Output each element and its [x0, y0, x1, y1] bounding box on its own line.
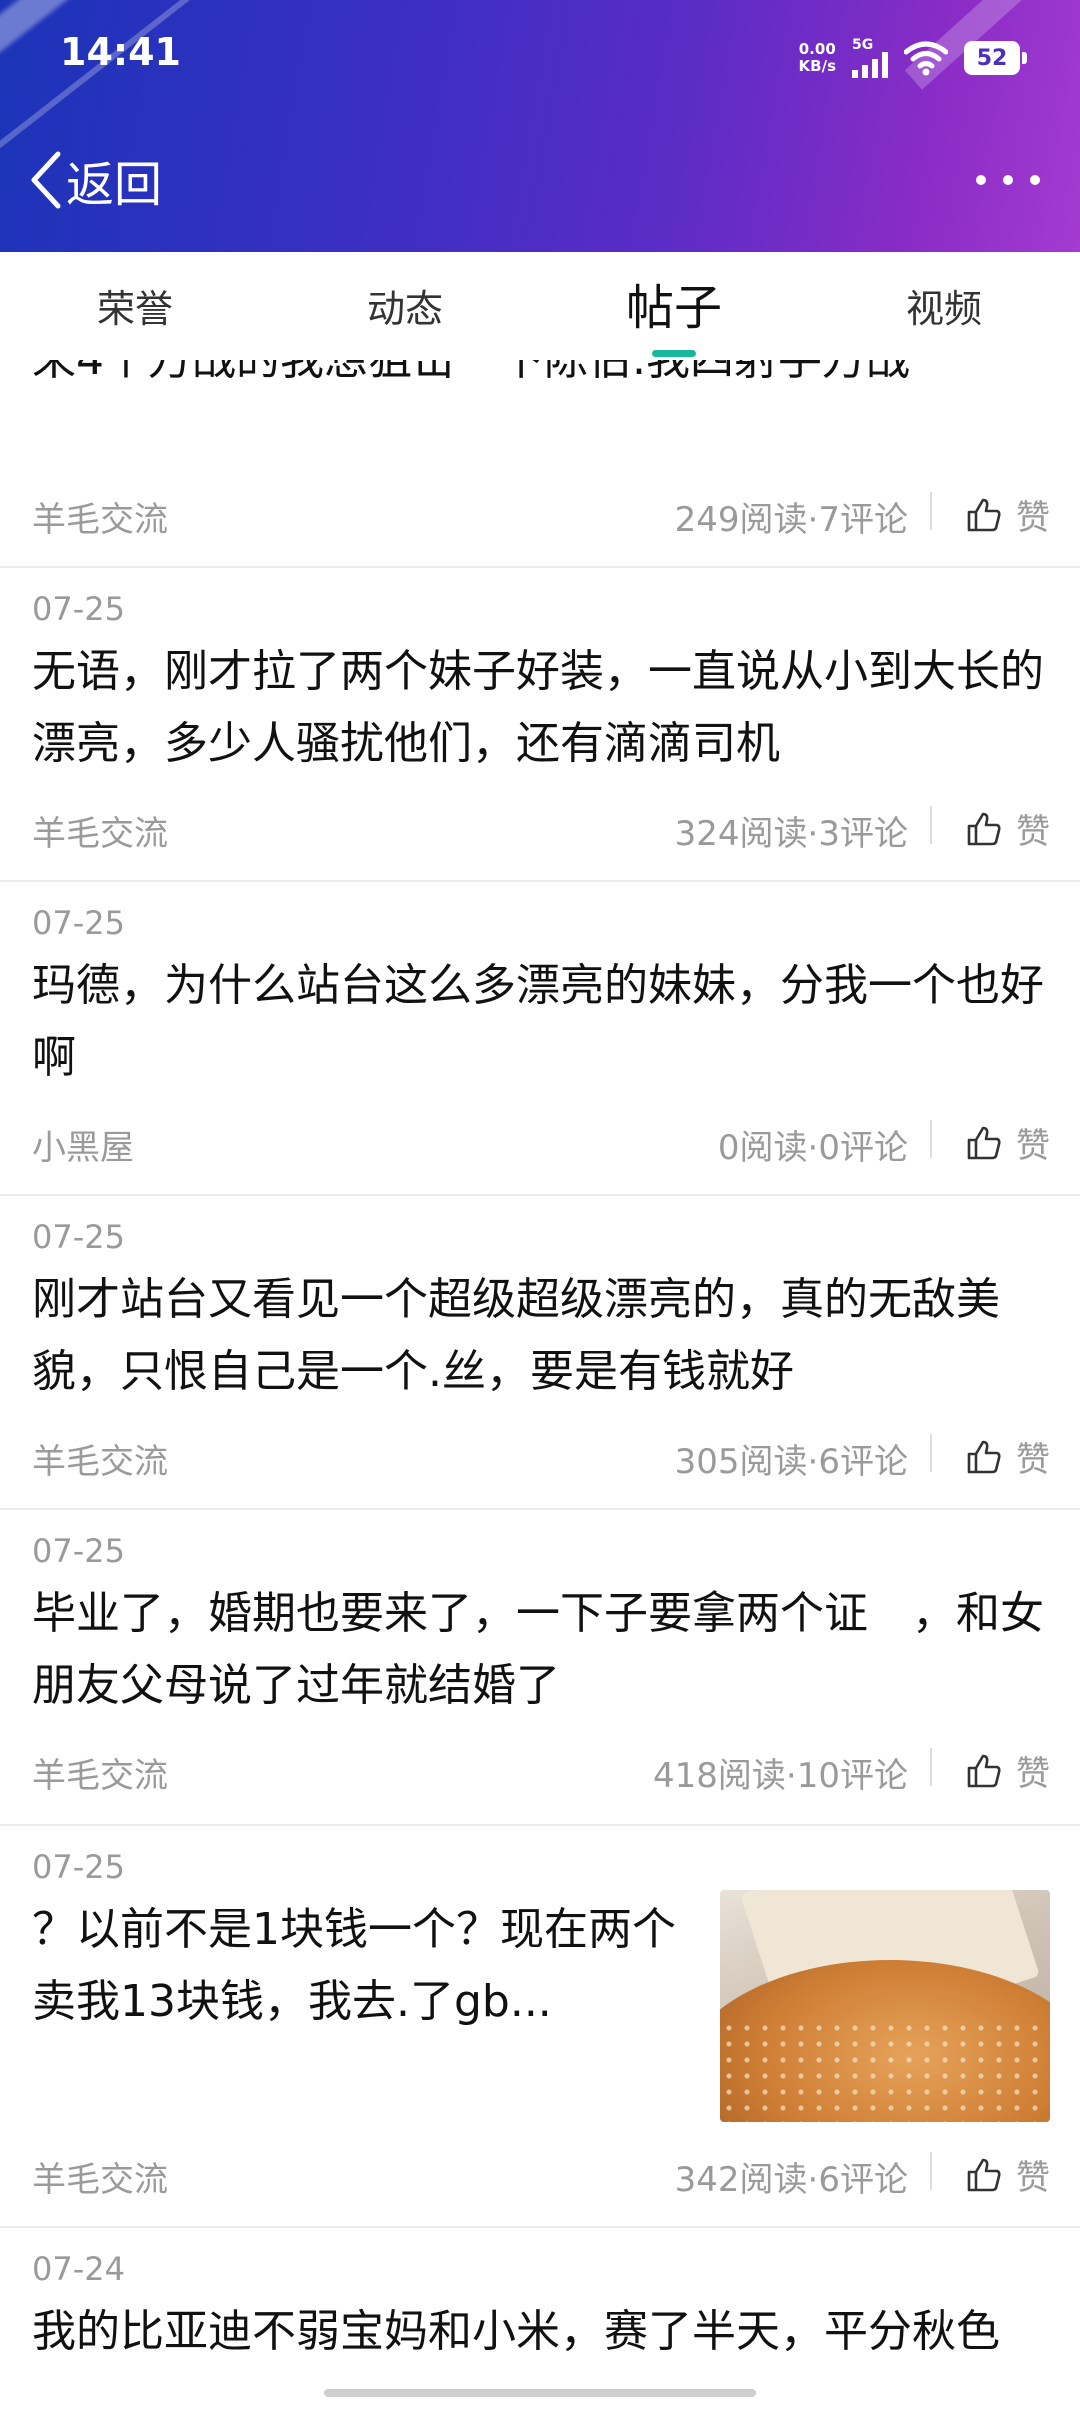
post-title: 刚才站台又看见一个超级超级漂亮的，真的无敌美貌，只恨自己是一个.丝，要是有钱就好 — [32, 1274, 1000, 1397]
post-title: 无语，刚才拉了两个妹子好装，一直说从小到大长的漂亮，多少人骚扰他们，还有滴滴司机 — [32, 646, 1044, 769]
like-button[interactable]: 赞 — [966, 804, 1050, 853]
tab-posts[interactable]: 帖子 — [626, 268, 722, 338]
divider — [930, 1434, 932, 1472]
post-title: 玛德，为什么站台这么多漂亮的妹妹，分我一个也好啊 — [32, 960, 1044, 1083]
home-indicator[interactable] — [324, 2389, 756, 2397]
post-thumbnail[interactable] — [720, 1890, 1050, 2122]
divider — [930, 806, 932, 844]
active-tab-indicator — [652, 350, 696, 357]
post-item[interactable]: 07-25 ？以前不是1块钱一个？现在两个卖我13块钱，我去.了gb... 羊毛… — [0, 1826, 1080, 2228]
image-detail — [720, 2020, 1050, 2122]
post-title: 毕业了，婚期也要来了，一下子要拿两个证 ，和女朋友父母说了过年就结婚了 — [32, 1588, 1044, 1711]
like-label: 赞 — [1016, 1440, 1050, 1480]
thumbs-up-icon — [967, 812, 1001, 845]
post-source[interactable]: 羊毛交流 — [32, 1748, 168, 1797]
status-icons: 0.00 KB/s 5G 52 — [799, 34, 1027, 82]
post-title: 我的比亚迪不弱宝妈和小米，赛了半天，平分秋色 — [32, 2306, 1000, 2357]
battery-icon: 52 — [964, 41, 1027, 75]
post-stats: 249阅读·7评论 — [674, 500, 908, 540]
app-header: 14:41 0.00 KB/s 5G 52 返回 — [0, 0, 1080, 252]
tab-honor[interactable]: 荣誉 — [97, 278, 173, 333]
thumbs-up-icon — [967, 498, 1001, 531]
more-dots-icon — [976, 175, 986, 185]
post-title: ？以前不是1块钱一个？现在两个卖我13块钱，我去.了gb... — [32, 1904, 676, 2027]
divider — [930, 1120, 932, 1158]
divider — [930, 2152, 932, 2190]
chevron-left-icon — [31, 151, 61, 209]
more-dots-icon — [1003, 175, 1013, 185]
post-date: 07-25 — [32, 1848, 125, 1886]
status-time: 14:41 — [60, 30, 181, 74]
more-dots-icon — [1030, 175, 1040, 185]
post-item[interactable]: 07-24 我的比亚迪不弱宝妈和小米，赛了半天，平分秋色 — [0, 2228, 1080, 2428]
more-button[interactable] — [976, 162, 1040, 198]
thumbs-up-icon — [967, 1754, 1001, 1787]
like-button[interactable]: 赞 — [966, 2150, 1050, 2199]
like-label: 赞 — [1016, 1126, 1050, 1166]
thumbs-up-icon — [967, 1440, 1001, 1473]
post-item[interactable]: 07-25 无语，刚才拉了两个妹子好装，一直说从小到大长的漂亮，多少人骚扰他们，… — [0, 568, 1080, 882]
back-button[interactable]: 返回 — [28, 148, 163, 213]
post-date: 07-25 — [32, 1532, 125, 1570]
post-source[interactable]: 羊毛交流 — [32, 492, 168, 541]
like-button[interactable]: 赞 — [966, 1432, 1050, 1481]
back-label: 返回 — [66, 157, 163, 213]
thumbs-up-icon — [967, 1126, 1001, 1159]
tab-activity[interactable]: 动态 — [367, 278, 443, 333]
post-stats: 324阅读·3评论 — [674, 814, 908, 854]
post-date: 07-25 — [32, 904, 125, 942]
wifi-icon — [904, 41, 948, 76]
post-stats: 418阅读·10评论 — [653, 1756, 908, 1796]
post-date: 07-24 — [32, 2250, 125, 2288]
post-source[interactable]: 羊毛交流 — [32, 1434, 168, 1483]
network-type: 5G — [852, 37, 874, 53]
thumbs-up-icon — [967, 2158, 1001, 2191]
post-source[interactable]: 羊毛交流 — [32, 806, 168, 855]
post-item[interactable]: 07-25 玛德，为什么站台这么多漂亮的妹妹，分我一个也好啊 小黑屋 0阅读·0… — [0, 882, 1080, 1196]
like-label: 赞 — [1016, 812, 1050, 852]
tab-bar: 荣誉 动态 帖子 视频 — [0, 252, 1080, 360]
like-label: 赞 — [1016, 498, 1050, 538]
post-item[interactable]: 来4个万战的我想狙击一下陈伯.我四射手万战 羊毛交流 249阅读·7评论 赞 — [0, 334, 1080, 568]
network-speed: 0.00 KB/s — [799, 41, 836, 75]
signal-bars-icon — [852, 52, 888, 78]
network-speed-unit: KB/s — [798, 57, 836, 75]
post-date: 07-25 — [32, 590, 125, 628]
post-stats: 0阅读·0评论 — [717, 1128, 908, 1168]
tab-videos[interactable]: 视频 — [906, 278, 982, 333]
like-button[interactable]: 赞 — [966, 1118, 1050, 1167]
divider — [930, 1748, 932, 1786]
signal-icon: 5G — [852, 38, 888, 78]
post-item[interactable]: 07-25 毕业了，婚期也要来了，一下子要拿两个证 ，和女朋友父母说了过年就结婚… — [0, 1510, 1080, 1826]
post-stats: 305阅读·6评论 — [674, 1442, 908, 1482]
post-source[interactable]: 小黑屋 — [32, 1120, 134, 1169]
like-label: 赞 — [1016, 1754, 1050, 1794]
post-source[interactable]: 羊毛交流 — [32, 2152, 168, 2201]
like-label: 赞 — [1016, 2158, 1050, 2198]
divider — [930, 492, 932, 530]
post-stats: 342阅读·6评论 — [674, 2160, 908, 2200]
network-speed-value: 0.00 — [798, 40, 836, 58]
post-date: 07-25 — [32, 1218, 125, 1256]
like-button[interactable]: 赞 — [966, 490, 1050, 539]
like-button[interactable]: 赞 — [966, 1746, 1050, 1795]
post-item[interactable]: 07-25 刚才站台又看见一个超级超级漂亮的，真的无敌美貌，只恨自己是一个.丝，… — [0, 1196, 1080, 1510]
